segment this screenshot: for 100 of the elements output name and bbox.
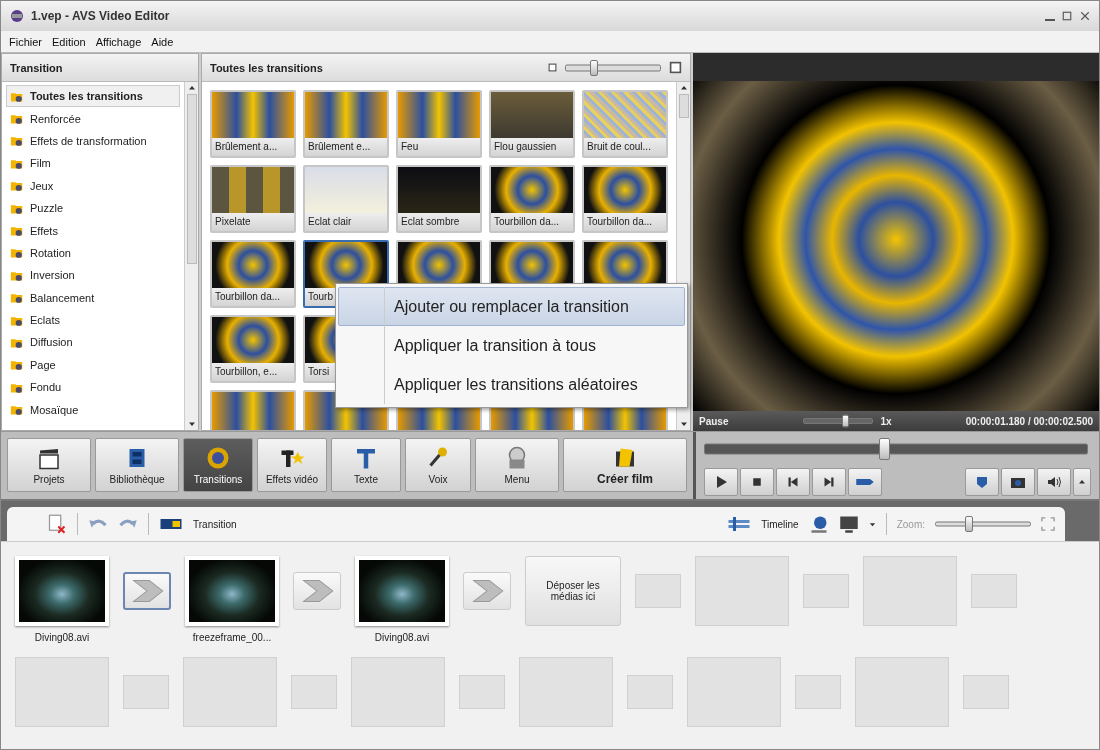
- skip-back-icon: [787, 476, 799, 488]
- scrollbar[interactable]: [184, 82, 198, 430]
- transition-tile[interactable]: Tourbillon, e...: [210, 315, 296, 383]
- category-item[interactable]: Inversion: [6, 264, 180, 287]
- time-counter: 00:00:01.180 / 00:00:02.500: [965, 415, 1093, 427]
- small-square-icon: [548, 63, 557, 72]
- category-item[interactable]: Balancement: [6, 286, 180, 309]
- folder-icon: [10, 336, 24, 349]
- folder-icon: [10, 179, 24, 193]
- play-button[interactable]: [704, 468, 738, 496]
- menu-item[interactable]: Fichier: [9, 35, 42, 48]
- category-label: Fondu: [30, 381, 62, 394]
- media-drop-zone[interactable]: Déposer les médias ici: [525, 556, 621, 626]
- category-label: Inversion: [30, 269, 75, 282]
- category-item[interactable]: Fondu: [6, 376, 180, 399]
- category-label: Mosaïque: [30, 403, 79, 416]
- scroll-down-icon: [679, 420, 688, 428]
- category-item[interactable]: Rotation: [6, 241, 180, 265]
- stop-icon: [752, 477, 762, 487]
- category-label: Puzzle: [30, 202, 64, 215]
- next-button[interactable]: [812, 468, 846, 496]
- category-item[interactable]: Eclats: [6, 308, 180, 332]
- menu-item[interactable]: Affichage: [95, 35, 142, 48]
- transition-tile[interactable]: Brûlement a...: [210, 90, 296, 158]
- folder-icon: [10, 112, 24, 126]
- scrollbar-thumb[interactable]: [678, 94, 689, 118]
- toolbar-button[interactable]: Effets vidéo: [257, 438, 327, 492]
- empty-transition-slot: [291, 675, 337, 709]
- video-thumbnail-placeholder[interactable]: [355, 556, 449, 626]
- snapshot-button[interactable]: [1001, 468, 1035, 496]
- video-thumbnail-placeholder[interactable]: [185, 556, 279, 626]
- previous-button[interactable]: [776, 468, 810, 496]
- chevron-right-icon: [469, 577, 505, 605]
- tile-label: Tourbillon, e...: [212, 363, 294, 381]
- transition-tile[interactable]: Pixelate: [210, 165, 296, 233]
- tile-label: Brûlement a...: [212, 138, 294, 156]
- category-item[interactable]: Effets de transformation: [6, 129, 180, 153]
- video-thumbnail-placeholder[interactable]: [15, 556, 109, 626]
- slider-thumb[interactable]: [964, 516, 973, 532]
- transition-tile[interactable]: Eclat clair: [303, 165, 389, 233]
- category-item[interactable]: Film: [6, 152, 180, 175]
- category-item[interactable]: Toutes les transitions: [6, 85, 180, 108]
- toolbar-button[interactable]: Menu: [475, 438, 559, 492]
- transition-tile[interactable]: Bruit de coul...: [582, 90, 668, 158]
- chevron-right-icon: [299, 577, 335, 605]
- app-logo-icon: [9, 8, 25, 24]
- volume-button[interactable]: [1037, 468, 1071, 496]
- timeline-button[interactable]: Timeline: [761, 518, 799, 530]
- scrollbar-thumb[interactable]: [186, 94, 197, 264]
- toolbar-button[interactable]: Texte: [331, 438, 401, 492]
- menu-item[interactable]: Edition: [52, 35, 86, 48]
- category-label: Film: [30, 157, 51, 170]
- zoom-label: Zoom:: [896, 518, 925, 530]
- mask-button[interactable]: [965, 468, 999, 496]
- transition-tile[interactable]: Brûlement e...: [303, 90, 389, 158]
- transition-tile[interactable]: Feu: [396, 90, 482, 158]
- speed-slider[interactable]: [802, 414, 873, 428]
- scroll-down-icon: [187, 420, 196, 428]
- thumbnail-size-slider[interactable]: [565, 59, 661, 76]
- category-item[interactable]: Page: [6, 353, 180, 377]
- category-item[interactable]: Mosaïque: [6, 398, 180, 421]
- caret-up-icon: [1078, 478, 1086, 486]
- transition-tile[interactable]: Eclat sombre: [396, 165, 482, 233]
- context-menu-item[interactable]: Appliquer la transition à tous: [338, 326, 685, 365]
- zoom-slider[interactable]: [935, 516, 1031, 532]
- panel-title: Toutes les transitions: [210, 61, 324, 74]
- slider-thumb[interactable]: [878, 438, 890, 460]
- transition-tile[interactable]: Tourbillon da...: [489, 165, 575, 233]
- transition-tile[interactable]: Tourbillon da...: [582, 165, 668, 233]
- stop-button[interactable]: [740, 468, 774, 496]
- fullscreen-button[interactable]: [848, 468, 882, 496]
- transition-tile[interactable]: Flou gaussien: [489, 90, 575, 158]
- toolbar-button[interactable]: Transitions: [183, 438, 253, 492]
- category-item[interactable]: Effets: [6, 219, 180, 242]
- category-label: Rotation: [30, 246, 71, 259]
- tile-label: Eclat sombre: [398, 213, 480, 231]
- seek-slider[interactable]: [704, 438, 1088, 460]
- category-item[interactable]: Diffusion: [6, 331, 180, 354]
- transition-slot[interactable]: [123, 572, 171, 610]
- toolbar-button[interactable]: Créer film: [563, 438, 687, 492]
- clip-name: Diving08.avi: [34, 632, 90, 643]
- category-label: Effets de transformation: [30, 134, 147, 147]
- chevron-right-icon: [129, 577, 165, 605]
- slider-thumb[interactable]: [842, 414, 850, 428]
- category-item[interactable]: Renforcée: [6, 107, 180, 130]
- category-label: Effets: [30, 224, 58, 237]
- toolbar-button[interactable]: Voix: [405, 438, 471, 492]
- context-menu-item[interactable]: Ajouter ou remplacer la transition: [338, 287, 685, 326]
- transition-tile[interactable]: Tourbillon da...: [210, 240, 296, 308]
- menu-item[interactable]: Aide: [151, 35, 174, 48]
- category-item[interactable]: Puzzle: [6, 196, 180, 220]
- tile-label: Bruit de coul...: [584, 138, 666, 156]
- folder-icon: [10, 358, 24, 372]
- category-item[interactable]: Jeux: [6, 174, 180, 197]
- toolbar-button[interactable]: Bibliothèque: [95, 438, 179, 492]
- slider-thumb[interactable]: [589, 59, 598, 76]
- timeline-icon: [727, 516, 752, 532]
- disc-icon: [206, 445, 230, 470]
- tile-label: Flou gaussien: [491, 138, 573, 156]
- toolbar-button[interactable]: Projets: [7, 438, 91, 492]
